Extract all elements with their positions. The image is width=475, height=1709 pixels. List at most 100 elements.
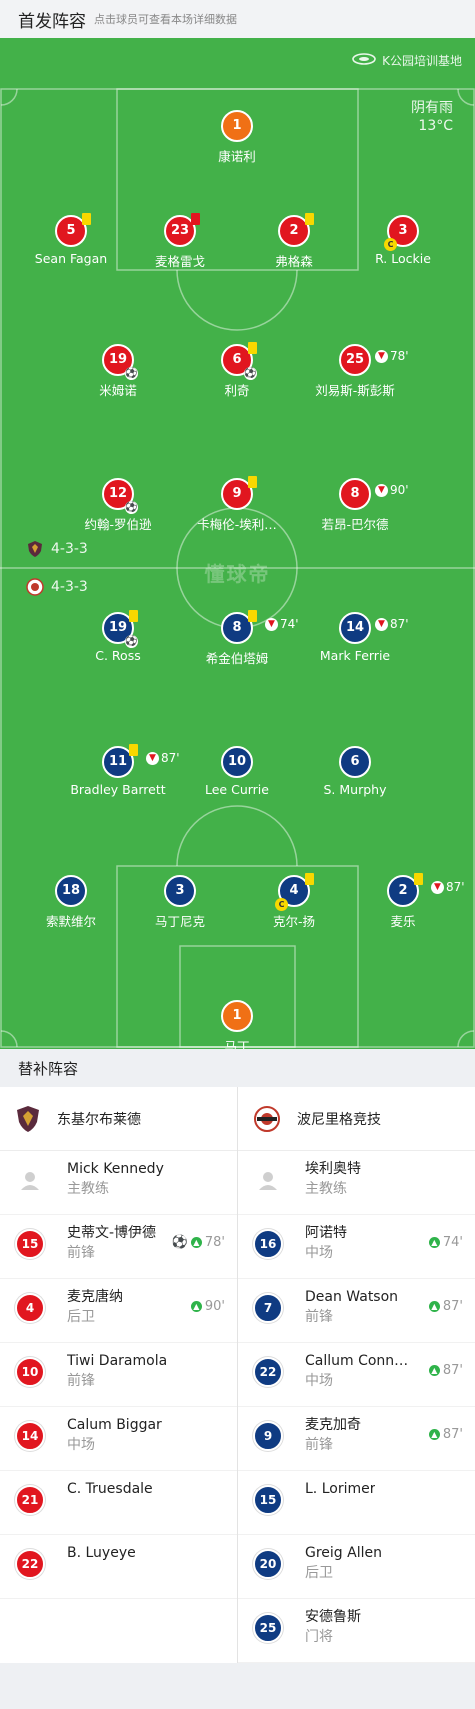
sub-player-name: Tiwi Daramola bbox=[67, 1353, 168, 1369]
yellow-card-icon bbox=[248, 342, 257, 354]
sub-player-name: 麦克唐纳 bbox=[67, 1289, 123, 1305]
coach-name: 埃利奥特 bbox=[305, 1161, 361, 1177]
home-player-5[interactable]: 3 C R. Lockie bbox=[333, 215, 473, 266]
subs-title: 替补阵容 bbox=[0, 1049, 475, 1087]
sub-in-icon: ▲ bbox=[190, 1301, 202, 1312]
sub-shirt-number: 15 bbox=[253, 1485, 283, 1515]
coach-avatar-icon bbox=[253, 1165, 283, 1195]
shirt-number: 6 ⚽ bbox=[221, 342, 257, 380]
sub-info: 埃利奥特 主教练 bbox=[305, 1159, 361, 1199]
sub-out-icon: ▼ bbox=[431, 880, 444, 894]
shirt-number-text: 12 bbox=[108, 486, 128, 501]
away-team-row[interactable]: 波尼里格竞技 bbox=[238, 1087, 475, 1151]
shirt-number: 11 ▼ 87' bbox=[102, 744, 180, 778]
sub-player-row[interactable]: 16 阿诺特 中场 ▲ 74' bbox=[238, 1215, 475, 1279]
away-player-10[interactable]: 2 ▼ 87' 麦乐 bbox=[333, 873, 473, 930]
shirt-number: 3C bbox=[384, 215, 419, 251]
sub-player-row[interactable]: 22 Callum Conn… 中场 ▲ 87' bbox=[238, 1343, 475, 1407]
shirt-number-text: 19 bbox=[108, 620, 128, 635]
yellow-card-icon bbox=[248, 610, 257, 622]
goal-icon: ⚽ bbox=[125, 635, 138, 648]
sub-player-row[interactable]: 21 C. Truesdale bbox=[0, 1471, 237, 1535]
shirt-number: 19 ⚽ bbox=[102, 610, 138, 648]
home-team-row[interactable]: 东基尔布莱德 bbox=[0, 1087, 237, 1151]
sub-player-row[interactable]: 15 史蒂文-博伊德 前锋 ⚽ ▲ 78' bbox=[0, 1215, 237, 1279]
sub-info: 麦克唐纳 后卫 bbox=[67, 1287, 123, 1327]
sub-player-row[interactable]: 20 Greig Allen 后卫 bbox=[238, 1535, 475, 1599]
sub-info: C. Truesdale bbox=[67, 1479, 153, 1499]
coach-name: Mick Kennedy bbox=[67, 1161, 164, 1177]
bottom-spacer bbox=[0, 1663, 475, 1709]
sub-shirt-number: 21 bbox=[15, 1485, 45, 1515]
sub-shirt-number: 20 bbox=[253, 1549, 283, 1579]
sub-event: ▲ 87' bbox=[428, 1299, 463, 1314]
sub-player-position: 前锋 bbox=[305, 1437, 333, 1453]
sub-event: ▲ 90' bbox=[190, 1299, 225, 1314]
player-name: 若昂-巴尔德 bbox=[321, 517, 389, 532]
player-name: S. Murphy bbox=[323, 782, 387, 797]
sub-shirt-number: 10 bbox=[15, 1357, 45, 1387]
home-player-1[interactable]: 1 康诺利 bbox=[167, 110, 307, 165]
sub-info: 阿诺特 中场 bbox=[305, 1223, 347, 1263]
red-card-icon bbox=[191, 213, 200, 225]
sub-shirt-number: 16 bbox=[253, 1229, 283, 1259]
sub-shirt-number: 15 bbox=[15, 1229, 45, 1259]
away-player-6[interactable]: 6 S. Murphy bbox=[285, 746, 425, 797]
sub-event: ▲ 74' bbox=[428, 1235, 463, 1250]
shirt-number: 14 ▼ 87' bbox=[339, 612, 409, 644]
away-coach-row[interactable]: 埃利奥特 主教练 bbox=[238, 1151, 475, 1215]
player-name: 马丁 bbox=[224, 1039, 250, 1049]
coach-avatar-icon bbox=[15, 1165, 45, 1195]
sub-player-row[interactable]: 15 L. Lorimer bbox=[238, 1471, 475, 1535]
shirt-number-text: 23 bbox=[170, 223, 190, 238]
sub-player-row[interactable]: 9 麦克加奇 前锋 ▲ 87' bbox=[238, 1407, 475, 1471]
sub-player-name: 史蒂文-博伊德 bbox=[67, 1225, 157, 1241]
player-name: Mark Ferrie bbox=[319, 648, 391, 663]
sub-player-name: Dean Watson bbox=[305, 1289, 399, 1305]
sub-player-row[interactable]: 4 麦克唐纳 后卫 ▲ 90' bbox=[0, 1279, 237, 1343]
sub-shirt-number: 7 bbox=[253, 1293, 283, 1323]
sub-in-minute: 87' bbox=[442, 1299, 463, 1314]
sub-in-icon: ▲ bbox=[428, 1237, 440, 1248]
sub-player-position: 后卫 bbox=[305, 1565, 333, 1581]
shirt-number-text: 8 bbox=[232, 620, 242, 635]
sub-off-indicator: ▼ 87' bbox=[431, 873, 465, 901]
sub-in-minute: 90' bbox=[204, 1299, 225, 1314]
sub-in-minute: 87' bbox=[442, 1363, 463, 1378]
sub-player-row[interactable]: 10 Tiwi Daramola 前锋 bbox=[0, 1343, 237, 1407]
home-player-11[interactable]: 8 ▼ 90' 若昂-巴尔德 bbox=[285, 478, 425, 533]
sub-player-row[interactable]: 25 安德鲁斯 门将 bbox=[238, 1599, 475, 1663]
sub-minute: 87' bbox=[390, 617, 409, 631]
home-coach-row[interactable]: Mick Kennedy 主教练 bbox=[0, 1151, 237, 1215]
shirt-number-text: 6 bbox=[232, 352, 242, 367]
shirt-number: 6 bbox=[339, 746, 371, 778]
shirt-number-text: 3 bbox=[398, 223, 408, 238]
venue: K公园培训基地 bbox=[352, 52, 462, 69]
sub-player-position: 前锋 bbox=[305, 1309, 333, 1325]
home-player-8[interactable]: 25 ▼ 78' 刘易斯-斯彭斯 bbox=[285, 344, 425, 399]
shirt-number-text: 9 bbox=[232, 486, 242, 501]
sub-player-name: C. Truesdale bbox=[67, 1481, 153, 1497]
sub-player-position: 中场 bbox=[305, 1245, 333, 1261]
shirt-number: 23 bbox=[164, 213, 200, 247]
home-formation: 4-3-3 bbox=[26, 540, 88, 558]
sub-player-row[interactable]: 7 Dean Watson 前锋 ▲ 87' bbox=[238, 1279, 475, 1343]
venue-name: K公园培训基地 bbox=[382, 54, 462, 68]
away-team-logo-icon bbox=[254, 1105, 280, 1132]
away-player-3[interactable]: 14 ▼ 87' Mark Ferrie bbox=[285, 612, 425, 663]
weather-temperature: 13°C bbox=[418, 118, 453, 134]
sub-shirt-number: 14 bbox=[15, 1421, 45, 1451]
sub-player-row[interactable]: 14 Calum Biggar 中场 bbox=[0, 1407, 237, 1471]
shirt-number: 5 bbox=[55, 213, 91, 247]
shirt-number: 25 ▼ 78' bbox=[339, 344, 409, 376]
shirt-number-text: 25 bbox=[345, 352, 365, 367]
sub-minute: 87' bbox=[446, 880, 465, 894]
shirt-number: 8 ▼ 90' bbox=[339, 478, 409, 510]
shirt-number: 19 ⚽ bbox=[102, 344, 138, 380]
away-player-11[interactable]: 1 马丁 bbox=[167, 1000, 307, 1049]
shirt-number-text: 2 bbox=[289, 223, 299, 238]
sub-player-row[interactable]: 22 B. Luyeye bbox=[0, 1535, 237, 1599]
shirt-number: 12 ⚽ bbox=[102, 478, 138, 514]
yellow-card-icon bbox=[414, 873, 423, 885]
sub-info: 安德鲁斯 门将 bbox=[305, 1607, 361, 1647]
